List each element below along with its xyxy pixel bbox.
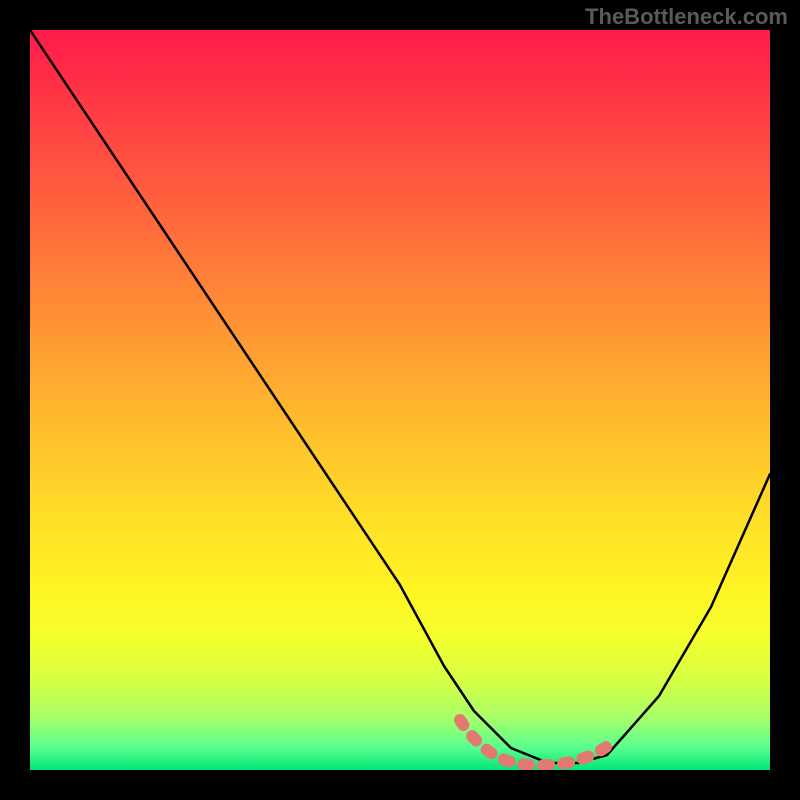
bottleneck-line [30, 30, 770, 763]
chart-container: TheBottleneck.com [0, 0, 800, 800]
watermark-text: TheBottleneck.com [585, 4, 788, 30]
curve-overlay [30, 30, 770, 770]
